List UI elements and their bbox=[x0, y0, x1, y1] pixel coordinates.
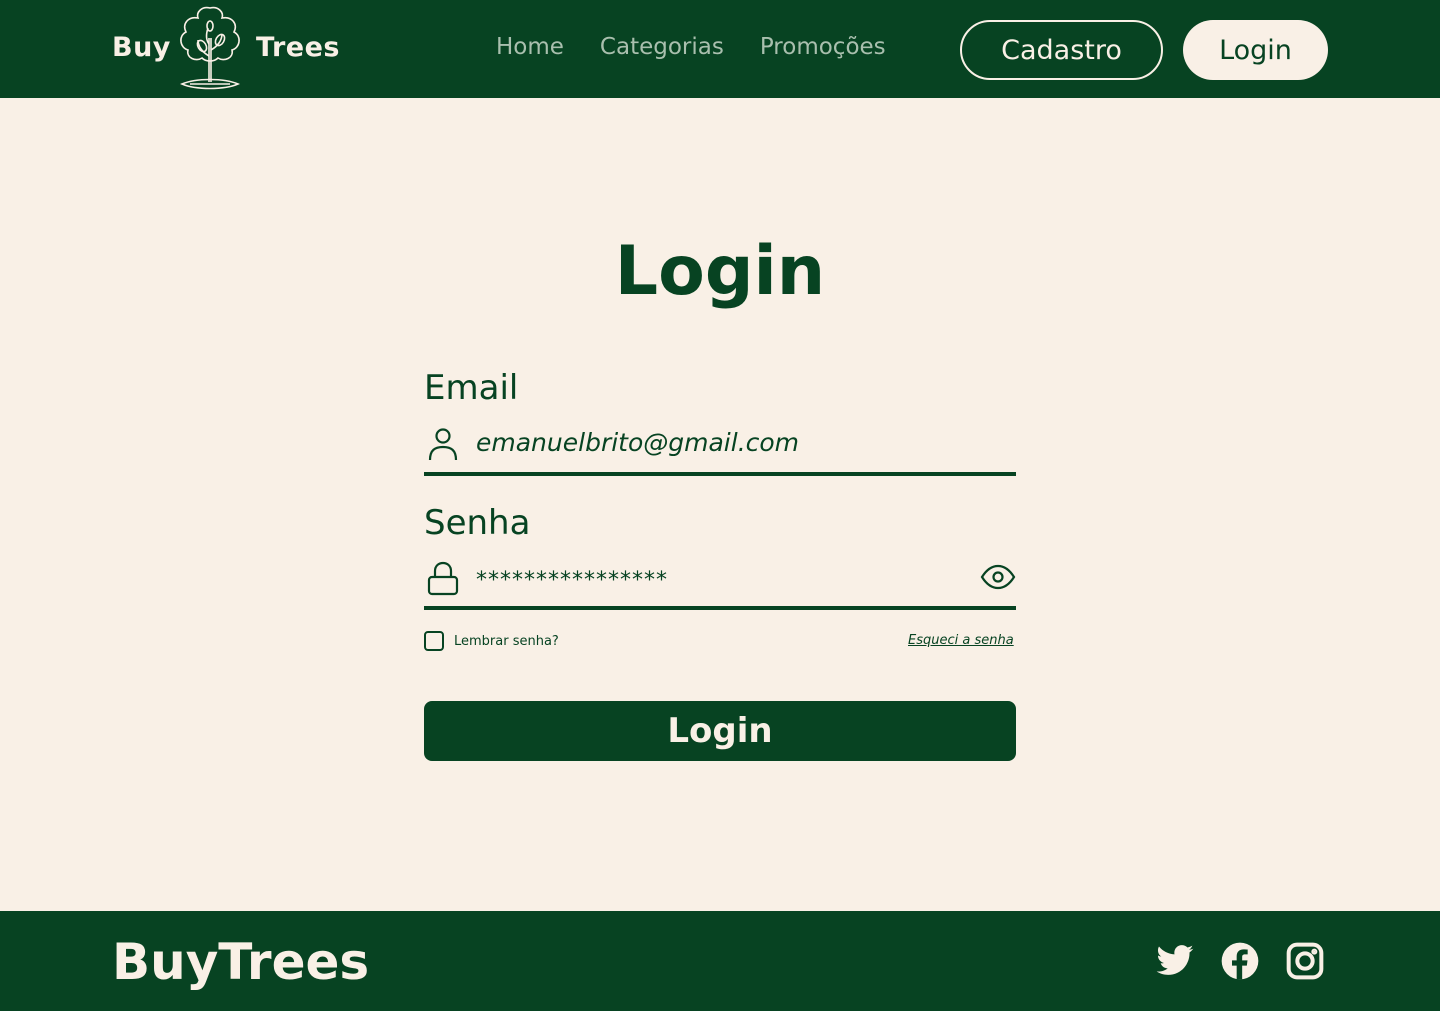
password-label: Senha bbox=[424, 503, 531, 543]
password-value: **************** bbox=[476, 568, 668, 593]
brand-logo[interactable]: Buy Trees bbox=[112, 4, 342, 92]
email-field[interactable]: emanuelbrito@gmail.com bbox=[424, 424, 1016, 476]
twitter-icon[interactable] bbox=[1155, 941, 1195, 981]
forgot-password-link[interactable]: Esqueci a senha bbox=[908, 633, 1014, 648]
top-header: Buy Trees Home Categorias Promoções Cada… bbox=[0, 0, 1440, 98]
eye-icon[interactable] bbox=[980, 562, 1016, 592]
main-nav: Home Categorias Promoções bbox=[496, 34, 886, 60]
footer-brand: BuyTrees bbox=[112, 933, 370, 991]
remember-password[interactable]: Lembrar senha? bbox=[424, 631, 559, 651]
instagram-icon[interactable] bbox=[1285, 941, 1325, 981]
header-login-button[interactable]: Login bbox=[1183, 20, 1328, 80]
footer: BuyTrees bbox=[0, 911, 1440, 1011]
logo-word-buy: Buy bbox=[112, 32, 171, 63]
page-title: Login bbox=[614, 232, 826, 311]
password-field[interactable]: **************** bbox=[424, 558, 1016, 610]
tree-logo-icon bbox=[179, 6, 241, 90]
login-submit-button[interactable]: Login bbox=[424, 701, 1016, 761]
nav-promocoes[interactable]: Promoções bbox=[760, 34, 886, 60]
user-icon bbox=[428, 428, 458, 461]
signup-button[interactable]: Cadastro bbox=[960, 20, 1163, 80]
remember-label: Lembrar senha? bbox=[454, 633, 559, 649]
lock-icon bbox=[427, 561, 459, 596]
nav-categorias[interactable]: Categorias bbox=[600, 34, 724, 60]
remember-checkbox[interactable] bbox=[424, 631, 444, 651]
email-value: emanuelbrito@gmail.com bbox=[476, 428, 800, 457]
nav-home[interactable]: Home bbox=[496, 34, 564, 60]
email-label: Email bbox=[424, 368, 519, 408]
logo-word-trees: Trees bbox=[256, 32, 340, 63]
facebook-icon[interactable] bbox=[1220, 941, 1260, 981]
